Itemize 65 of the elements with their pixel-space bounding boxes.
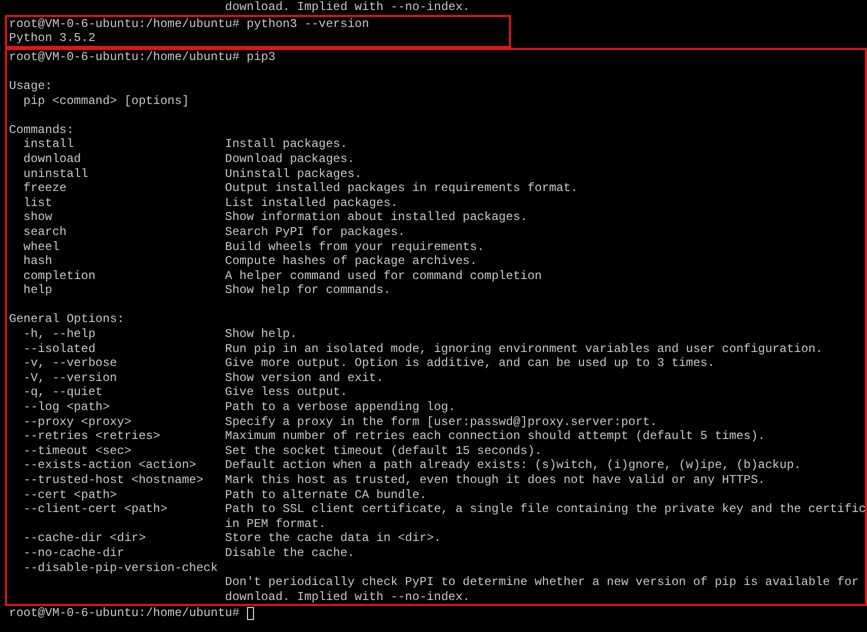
option-name: uninstall — [23, 166, 90, 182]
option-description: Disable the cache. — [225, 546, 355, 561]
option-description: Compute hashes of package archives. — [225, 254, 478, 269]
option-name: pip <command> [options] — [23, 94, 190, 108]
option-description: Download packages. — [225, 152, 355, 167]
option-name: download — [23, 152, 82, 167]
option-description: Search PyPI for packages. — [225, 224, 406, 240]
option-name: show — [23, 210, 54, 225]
option-description: Set the socket timeout (default 15 seconds). — [225, 444, 542, 458]
option-description: A helper command used for command completion — [225, 268, 542, 284]
output-text: Python 3.5.2 — [9, 31, 96, 46]
option-name: -h, --help — [23, 327, 96, 342]
output-text: Commands: — [9, 122, 74, 138]
option-name: -v, --verbose — [23, 356, 118, 371]
option-description: Uninstall packages. — [225, 166, 362, 182]
command-prompt: root@VM-0-6-ubuntu:/home/ubuntu# — [9, 606, 240, 621]
output-text: General Options: — [9, 312, 124, 328]
command-prompt: root@VM-0-6-ubuntu:/home/ubuntu# python3 --version — [9, 16, 370, 32]
option-description: Store the cache data in <dir>. — [225, 531, 442, 546]
option-description: Mark this host as trusted, even though it does not have valid or any HTTPS. — [225, 473, 766, 488]
option-name: --client-cert <path> — [23, 502, 168, 517]
option-name: -q, --quiet — [23, 385, 104, 400]
option-description: Give less output. — [225, 385, 348, 400]
option-description: Give more output. Option is additive, and can be used up to 3 times. — [225, 356, 715, 371]
option-name: list — [23, 196, 54, 210]
option-name: --cache-dir <dir> — [23, 531, 147, 546]
option-description: download. Implied with --no-index. — [225, 590, 470, 604]
option-description: Path to SSL client certificate, a single file containing the private key and the certific — [225, 502, 866, 517]
output-text: Usage: — [9, 78, 52, 94]
option-description: List installed packages. — [225, 196, 398, 210]
option-name: -V, --version — [23, 370, 118, 386]
option-name: --timeout <sec> — [23, 444, 132, 458]
option-name: --exists-action <action> — [23, 458, 198, 473]
option-description: download. Implied with --no-index. — [225, 0, 470, 15]
option-name: completion — [23, 268, 96, 284]
option-name: --log <path> — [23, 400, 111, 415]
option-name: --disable-pip-version-check — [23, 560, 219, 576]
option-description: Output installed packages in requirements format. — [225, 181, 578, 196]
command-prompt: root@VM-0-6-ubuntu:/home/ubuntu# pip3 — [9, 50, 276, 64]
option-description: Path to a verbose appending log. — [225, 400, 456, 415]
option-description: Show help. — [225, 327, 298, 342]
option-name: --retries <retries> — [23, 429, 162, 444]
option-description: Show information about installed packages. — [225, 210, 528, 225]
option-name: help — [23, 283, 54, 298]
option-description: Don't periodically check PyPI to determine whether a new version of pip is available for — [225, 575, 859, 590]
option-description: Path to alternate CA bundle. — [225, 488, 427, 502]
option-name: wheel — [23, 240, 60, 254]
option-description: Build wheels from your requirements. — [225, 240, 484, 254]
option-description: Show help for commands. — [225, 283, 391, 298]
option-description: in PEM format. — [225, 516, 326, 532]
option-name: --no-cache-dir — [23, 546, 126, 561]
option-name: hash — [23, 254, 54, 269]
option-description: Maximum number of retries each connection should attempt (default 5 times). — [225, 429, 766, 444]
option-name: --proxy <proxy> — [23, 414, 132, 430]
option-name: install — [23, 137, 75, 152]
option-name: --cert <path> — [23, 488, 118, 502]
option-name: freeze — [23, 181, 68, 196]
option-description: Specify a proxy in the form [user:passwd@]proxy.server:port. — [225, 414, 658, 430]
option-description: Run pip in an isolated mode, ignoring environment variables and user configuration. — [225, 342, 823, 356]
option-name: --isolated — [23, 342, 96, 356]
option-name: search — [23, 224, 68, 240]
option-description: Show version and exit. — [225, 370, 384, 386]
option-description: Default action when a path already exists: (s)witch, (i)gnore, (w)ipe, (b)ackup. — [225, 458, 802, 473]
option-name: --trusted-host <hostname> — [23, 473, 204, 488]
option-description: Install packages. — [225, 137, 348, 152]
